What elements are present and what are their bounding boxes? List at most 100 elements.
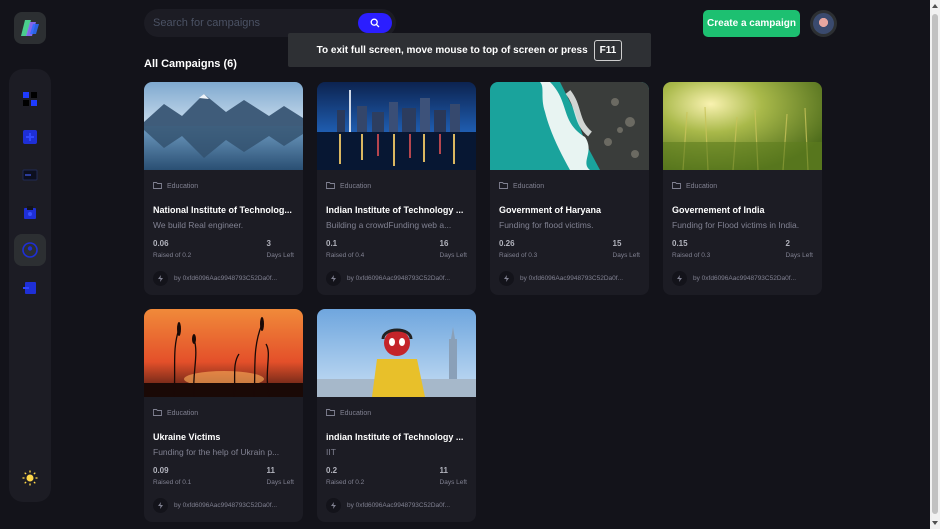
sidebar-item-payment[interactable] xyxy=(14,159,46,191)
profile-icon xyxy=(22,242,38,258)
raised-label: Raised of 0.3 xyxy=(672,252,711,259)
days-left-stat: 16 Days Left xyxy=(440,239,467,259)
campaign-title: Government of Haryana xyxy=(499,205,602,215)
raised-value: 0.09 xyxy=(153,466,169,475)
folder-icon xyxy=(326,408,335,418)
campaign-owner: by 0xfd6096Aac9948793C52Da0f... xyxy=(499,271,640,286)
campaign-card-body: Education Governement of India Funding for… xyxy=(663,181,822,286)
raised-label: Raised of 0.2 xyxy=(153,252,192,259)
logo-icon xyxy=(21,20,39,36)
campaign-owner: by 0xfd6096Aac9948793C52Da0f... xyxy=(153,498,294,513)
folder-icon xyxy=(672,181,681,191)
sidebar-item-create-campaign[interactable] xyxy=(14,121,46,153)
campaign-card[interactable]: Education Ukraine Victims Funding for the … xyxy=(144,309,303,522)
days-left-label: Days Left xyxy=(439,479,467,486)
folder-icon xyxy=(153,181,162,191)
campaign-card-body: Education Ukraine Victims Funding for the … xyxy=(144,408,303,513)
campaign-description: Funding for flood victims. xyxy=(499,220,594,230)
campaign-image xyxy=(490,82,649,170)
search-icon xyxy=(370,18,380,28)
campaign-category-label: Education xyxy=(686,182,718,190)
campaign-card[interactable]: Education indian Institute of Technology … xyxy=(317,309,476,522)
days-left-stat: 11 Days Left xyxy=(440,466,467,486)
days-left-stat: 2 Days Left xyxy=(786,239,813,259)
owner-avatar-icon xyxy=(153,271,168,286)
campaign-category: Education xyxy=(326,181,467,191)
raised-stat: 0.15 Raised of 0.3 xyxy=(672,239,710,259)
campaign-card[interactable]: Education Indian Institute of Technology … xyxy=(317,82,476,295)
campaign-category: Education xyxy=(153,408,294,418)
campaign-card[interactable]: Education Governement of India Funding for… xyxy=(663,82,822,295)
campaign-category-label: Education xyxy=(340,409,372,417)
campaign-category-label: Education xyxy=(167,409,199,417)
campaign-title: National Institute of Technolog... xyxy=(153,205,292,215)
raised-value: 0.1 xyxy=(326,239,338,248)
campaign-category: Education xyxy=(153,181,294,191)
sidebar-item-withdraw[interactable] xyxy=(14,197,46,229)
campaign-image xyxy=(144,82,303,170)
theme-toggle[interactable] xyxy=(14,462,46,494)
withdraw-icon xyxy=(24,206,36,219)
days-left-stat: 11 Days Left xyxy=(267,466,294,486)
fullscreen-notice: To exit full screen, move mouse to top o… xyxy=(288,33,651,67)
owner-avatar-icon xyxy=(326,271,341,286)
sidebar xyxy=(9,69,51,502)
sidebar-item-profile[interactable] xyxy=(14,234,46,266)
campaign-category: Education xyxy=(326,408,467,418)
campaign-card-body: Education National Institute of Technolog… xyxy=(144,181,303,286)
campaign-card[interactable]: Education National Institute of Technolog… xyxy=(144,82,303,295)
campaign-title: indian Institute of Technology ... xyxy=(326,432,464,442)
page-title: All Campaigns (6) xyxy=(144,58,237,70)
campaign-stats: 0.06 Raised of 0.2 3 Days Left xyxy=(153,239,294,259)
owner-address: by 0xfd6096Aac9948793C52Da0f... xyxy=(174,502,277,509)
days-left-label: Days Left xyxy=(785,252,813,259)
sidebar-item-dashboard[interactable] xyxy=(14,83,46,115)
days-left-value: 2 xyxy=(785,239,790,248)
fullscreen-notice-text: To exit full screen, move mouse to top o… xyxy=(316,44,588,56)
campaign-grid: Education National Institute of Technolog… xyxy=(144,82,824,522)
raised-stat: 0.26 Raised of 0.3 xyxy=(499,239,537,259)
app-logo[interactable] xyxy=(14,12,46,44)
folder-icon xyxy=(326,181,335,191)
campaign-card-body: Education Government of Haryana Funding fo… xyxy=(490,181,649,286)
raised-label: Raised of 0.1 xyxy=(153,479,192,486)
raised-label: Raised of 0.2 xyxy=(326,479,365,486)
owner-address: by 0xfd6096Aac9948793C52Da0f... xyxy=(174,275,277,282)
raised-stat: 0.1 Raised of 0.4 xyxy=(326,239,364,259)
campaign-owner: by 0xfd6096Aac9948793C52Da0f... xyxy=(326,271,467,286)
campaign-category-label: Education xyxy=(340,182,372,190)
campaign-card-body: Education Indian Institute of Technology … xyxy=(317,181,476,286)
campaign-image xyxy=(144,309,303,397)
campaign-description: Funding for Flood victims in India. xyxy=(672,220,800,230)
avatar[interactable] xyxy=(810,10,837,37)
dashboard-icon xyxy=(23,92,37,106)
campaign-owner: by 0xfd6096Aac9948793C52Da0f... xyxy=(153,271,294,286)
days-left-value: 11 xyxy=(439,466,448,475)
owner-avatar-icon xyxy=(499,271,514,286)
scrollbar[interactable] xyxy=(930,0,940,529)
folder-icon xyxy=(499,181,508,191)
campaign-card[interactable]: Education Government of Haryana Funding fo… xyxy=(490,82,649,295)
scroll-thumb[interactable] xyxy=(932,14,938,514)
sun-icon xyxy=(22,470,38,486)
days-left-label: Days Left xyxy=(266,252,294,259)
create-campaign-icon xyxy=(23,130,37,144)
campaign-stats: 0.15 Raised of 0.3 2 Days Left xyxy=(672,239,813,259)
search-input[interactable] xyxy=(153,14,353,32)
search-button[interactable] xyxy=(358,13,392,33)
campaign-description: Funding for the help of Ukrain p... xyxy=(153,447,280,457)
campaign-category: Education xyxy=(499,181,640,191)
owner-avatar-icon xyxy=(672,271,687,286)
campaign-image xyxy=(317,309,476,397)
scroll-up-arrow-icon[interactable] xyxy=(932,4,938,8)
create-campaign-button[interactable]: Create a campaign xyxy=(703,10,800,37)
payment-icon xyxy=(22,169,38,181)
days-left-value: 15 xyxy=(612,239,622,248)
raised-stat: 0.2 Raised of 0.2 xyxy=(326,466,364,486)
campaign-stats: 0.26 Raised of 0.3 15 Days Left xyxy=(499,239,640,259)
scroll-down-arrow-icon[interactable] xyxy=(932,521,938,525)
campaign-owner: by 0xfd6096Aac9948793C52Da0f... xyxy=(672,271,813,286)
days-left-value: 3 xyxy=(266,239,271,248)
sidebar-item-logout[interactable] xyxy=(14,272,46,304)
days-left-label: Days Left xyxy=(439,252,467,259)
